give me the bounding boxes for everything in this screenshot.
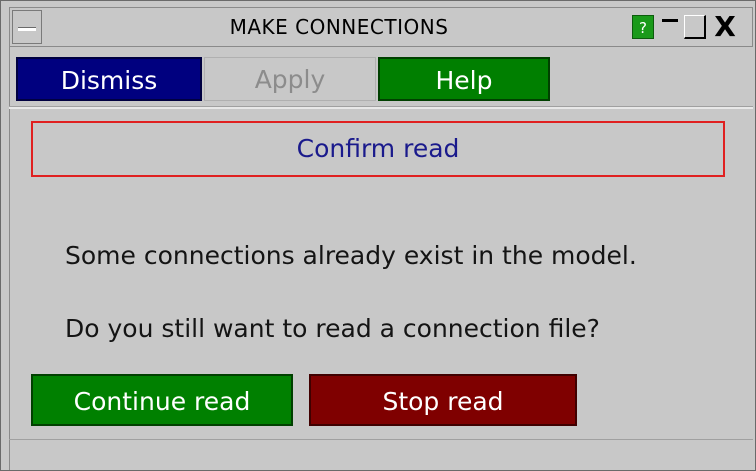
message-read-question: Do you still want to read a connection f… xyxy=(65,314,600,343)
stop-read-button[interactable]: Stop read xyxy=(309,374,577,426)
minus-icon xyxy=(18,27,36,31)
window-left-edge xyxy=(9,47,10,470)
minimize-icon xyxy=(662,19,678,22)
help-button[interactable]: Help xyxy=(378,57,550,101)
make-connections-window: MAKE CONNECTIONS ? X Dismiss Apply Help … xyxy=(0,0,756,471)
message-existing-connections: Some connections already exist in the mo… xyxy=(65,241,637,270)
bottom-divider xyxy=(9,439,753,440)
toolbar-divider xyxy=(9,106,753,109)
apply-button[interactable]: Apply xyxy=(204,57,376,101)
window-title: MAKE CONNECTIONS xyxy=(229,15,449,39)
system-menu-button[interactable] xyxy=(12,10,42,44)
close-icon[interactable]: X xyxy=(710,12,740,42)
continue-read-button[interactable]: Continue read xyxy=(31,374,293,426)
maximize-button[interactable] xyxy=(684,15,706,39)
minimize-button[interactable] xyxy=(660,15,680,39)
question-mark-icon[interactable]: ? xyxy=(632,15,654,39)
confirm-read-heading: Confirm read xyxy=(31,121,725,177)
title-bar[interactable]: MAKE CONNECTIONS ? X xyxy=(9,7,753,47)
dismiss-button[interactable]: Dismiss xyxy=(16,57,202,101)
